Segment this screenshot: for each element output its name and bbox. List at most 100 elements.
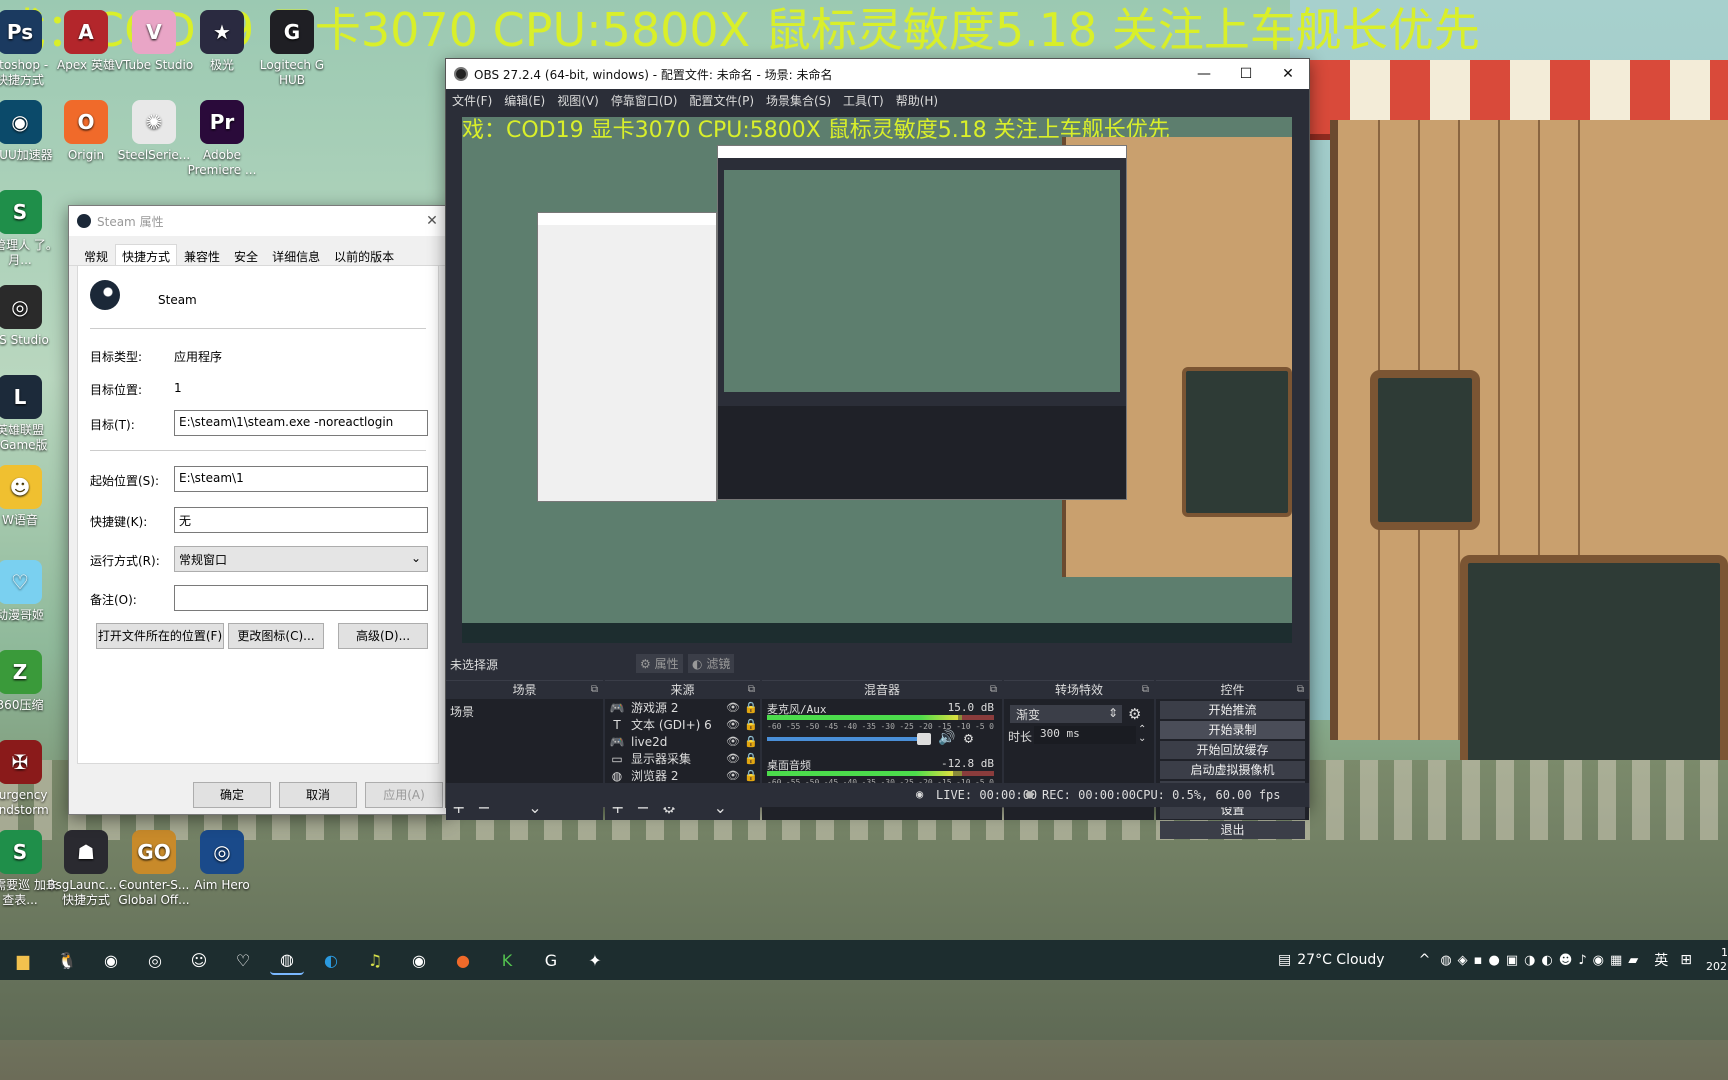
music-icon[interactable]: ♫: [358, 945, 392, 975]
menu-item[interactable]: 工具(T): [843, 92, 884, 109]
maximize-icon[interactable]: ☐: [1225, 66, 1267, 82]
open-file-location-button[interactable]: 打开文件所在的位置(F): [96, 623, 224, 649]
lock-icon[interactable]: 🔒: [742, 752, 760, 765]
menu-item[interactable]: 文件(F): [452, 92, 492, 109]
tab-previous-versions[interactable]: 以前的版本: [327, 244, 401, 265]
battlenet-icon[interactable]: ✦: [578, 945, 612, 975]
apply-button[interactable]: 应用(A): [365, 782, 443, 808]
desktop-icon-yy[interactable]: ☻ W语音: [0, 465, 62, 528]
comment-input[interactable]: [174, 585, 428, 611]
bili-icon[interactable]: ♡: [226, 945, 260, 975]
visibility-eye-icon[interactable]: 👁: [724, 718, 742, 731]
kook-icon[interactable]: K: [490, 945, 524, 975]
start-recording-button[interactable]: 开始录制: [1160, 721, 1305, 739]
obs-icon[interactable]: ◍: [270, 945, 304, 975]
steam-2-icon[interactable]: ◉: [402, 945, 436, 975]
menu-item[interactable]: 停靠窗口(D): [611, 92, 678, 109]
menu-item[interactable]: 帮助(H): [896, 92, 938, 109]
gear-icon[interactable]: ⚙: [1128, 705, 1141, 723]
tab-security[interactable]: 安全: [227, 244, 265, 265]
desktop-icon-premiere[interactable]: Pr Adobe Premiere ...: [180, 100, 264, 178]
desktop-icon-360[interactable]: Z 360压缩: [0, 650, 62, 713]
visibility-eye-icon[interactable]: 👁: [724, 701, 742, 714]
visibility-eye-icon[interactable]: 👁: [724, 769, 742, 782]
start-virtual-camera-button[interactable]: 启动虚拟摄像机: [1160, 761, 1305, 779]
desktop-icon-aimhero[interactable]: ◎ Aim Hero: [180, 830, 264, 893]
run-mode-select[interactable]: 常规窗口 ⌄: [174, 546, 428, 572]
close-icon[interactable]: ✕: [1267, 66, 1309, 82]
origin-icon[interactable]: ●: [446, 945, 480, 975]
show-hidden-icons-icon[interactable]: ^: [1419, 952, 1431, 968]
slider-knob[interactable]: [917, 733, 932, 745]
tab-compatibility[interactable]: 兼容性: [177, 244, 227, 265]
source-item[interactable]: ▭ 显示器采集 👁 🔒: [605, 750, 760, 767]
start-in-input[interactable]: E:\steam\1: [174, 466, 428, 492]
qq-icon[interactable]: 🐧: [50, 945, 84, 975]
close-icon[interactable]: ✕: [417, 213, 447, 229]
steam-icon[interactable]: ◉: [94, 945, 128, 975]
source-item[interactable]: ◍ 浏览器 2 👁 🔒: [605, 767, 760, 784]
source-item[interactable]: 🎮 游戏源 2 👁 🔒: [605, 699, 760, 716]
volume-slider[interactable]: [767, 733, 932, 745]
lock-icon[interactable]: 🔒: [742, 735, 760, 748]
duration-label: 时长: [1008, 730, 1033, 744]
desktop-icon-lol[interactable]: L 英雄联盟 eGame版: [0, 375, 62, 453]
desktop-icon-obs[interactable]: ◎ BS Studio: [0, 285, 62, 348]
tab-details[interactable]: 详细信息: [265, 244, 327, 265]
menu-item[interactable]: 配置文件(P): [689, 92, 754, 109]
logitech-icon[interactable]: G: [534, 945, 568, 975]
clock[interactable]: 1 202: [1706, 946, 1728, 974]
obs-preview[interactable]: 戏：COD19 显卡3070 CPU:5800X 鼠标灵敏度5.18 关注上车舰…: [462, 117, 1292, 643]
scene-item[interactable]: 场景: [446, 699, 603, 724]
weather-text[interactable]: 27°C Cloudy: [1297, 952, 1384, 968]
desktop-icon-insurgency[interactable]: ✠ surgency andstorm: [0, 740, 62, 818]
lock-icon[interactable]: 🔒: [742, 769, 760, 782]
properties-button[interactable]: ⚙ 属性: [636, 654, 683, 673]
lock-icon[interactable]: 🔒: [742, 701, 760, 714]
file-explorer-icon[interactable]: ▆: [6, 945, 40, 975]
vtube-icon[interactable]: ☺: [182, 945, 216, 975]
duration-input[interactable]: 300 ms: [1034, 726, 1136, 744]
popout-icon[interactable]: ⧉: [1142, 681, 1149, 699]
stepper-icon[interactable]: ⌃ ⌄: [1138, 725, 1146, 744]
input-grid-icon[interactable]: ⊞: [1680, 952, 1692, 968]
visibility-eye-icon[interactable]: 👁: [724, 752, 742, 765]
shortcut-key-input[interactable]: 无: [174, 507, 428, 533]
menu-item[interactable]: 编辑(E): [504, 92, 545, 109]
edge-icon[interactable]: ◐: [314, 945, 348, 975]
advanced-button[interactable]: 高级(D)...: [338, 623, 428, 649]
tab-shortcut[interactable]: 快捷方式: [115, 244, 178, 265]
transition-select[interactable]: 渐变 ⇕: [1010, 705, 1122, 723]
menu-item[interactable]: 场景集合(S): [766, 92, 831, 109]
start-replay-buffer-button[interactable]: 开始回放缓存: [1160, 741, 1305, 759]
minimize-icon[interactable]: —: [1183, 66, 1225, 82]
source-item[interactable]: T 文本 (GDI+) 6 👁 🔒: [605, 716, 760, 733]
desktop-icon-logitech[interactable]: G Logitech G HUB: [250, 10, 334, 88]
popout-icon[interactable]: ⧉: [1297, 681, 1304, 699]
speaker-icon[interactable]: 🔊: [938, 730, 955, 746]
lock-icon[interactable]: 🔒: [742, 718, 760, 731]
exit-button[interactable]: 退出: [1160, 821, 1305, 839]
desktop-icon-sheet2[interactable]: S 月管理人 了。月...: [0, 190, 62, 268]
target-input[interactable]: E:\steam\1\steam.exe -noreactlogin: [174, 410, 428, 436]
filters-button[interactable]: ◐ 滤镜: [688, 654, 735, 673]
uu-icon[interactable]: ◎: [138, 945, 172, 975]
tab-general[interactable]: 常规: [77, 244, 115, 265]
uu-icon: ◉: [0, 100, 42, 144]
broadcast-icon: ◉: [916, 787, 924, 801]
popout-icon[interactable]: ⧉: [990, 681, 997, 699]
visibility-eye-icon[interactable]: 👁: [724, 735, 742, 748]
popout-icon[interactable]: ⧉: [591, 681, 598, 699]
popout-icon[interactable]: ⧉: [748, 681, 755, 699]
obs-titlebar[interactable]: OBS 27.2.4 (64-bit, windows) - 配置文件: 未命名…: [446, 59, 1309, 89]
start-streaming-button[interactable]: 开始推流: [1160, 701, 1305, 719]
menu-item[interactable]: 视图(V): [557, 92, 599, 109]
change-icon-button[interactable]: 更改图标(C)...: [228, 623, 324, 649]
gear-icon[interactable]: ⚙: [964, 729, 973, 747]
ok-button[interactable]: 确定: [193, 782, 271, 808]
cancel-button[interactable]: 取消: [279, 782, 357, 808]
ime-indicator[interactable]: 英: [1654, 950, 1668, 970]
dialog-titlebar[interactable]: Steam 属性 ✕: [69, 206, 447, 236]
desktop-icon-bili[interactable]: ♡ 动漫哥姬: [0, 560, 62, 623]
source-item[interactable]: 🎮 live2d 👁 🔒: [605, 733, 760, 750]
